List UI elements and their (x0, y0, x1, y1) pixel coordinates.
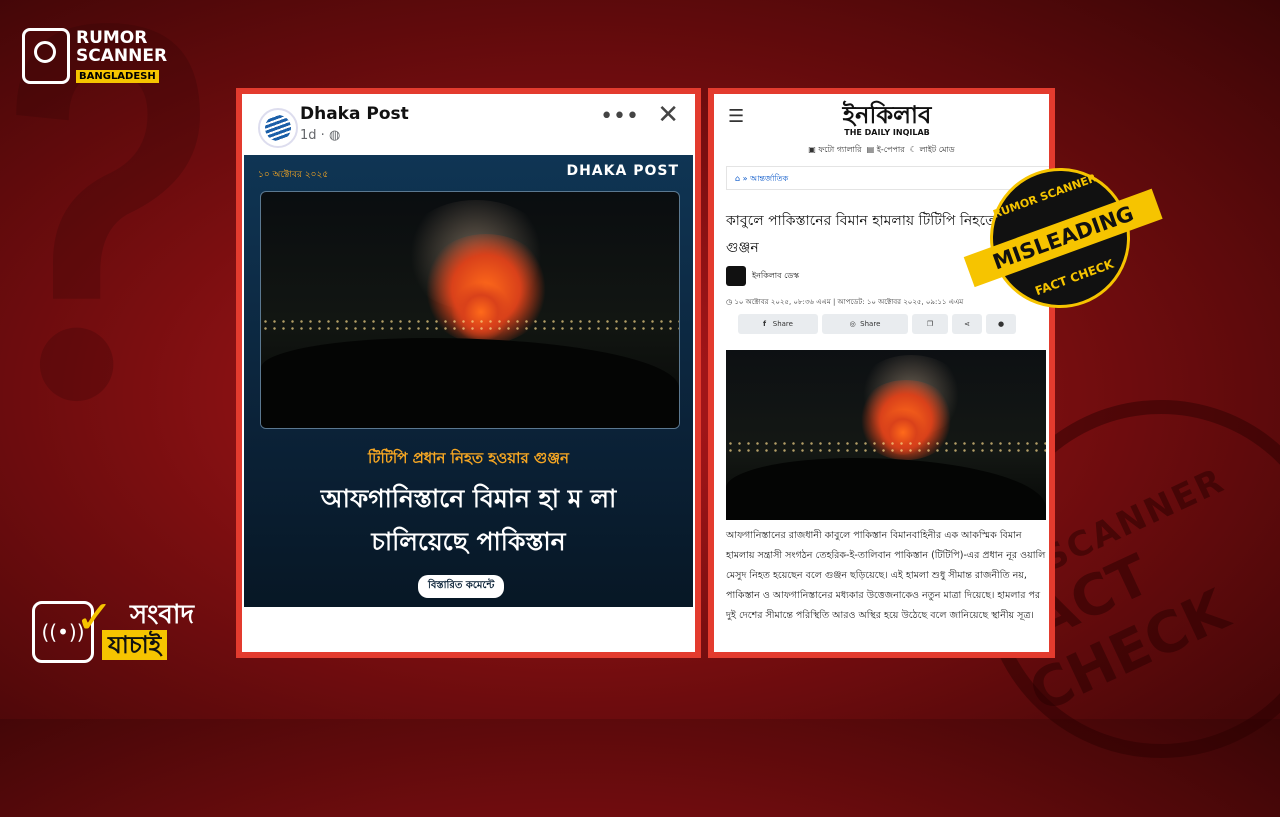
post-kicker: টিটিপি প্রধান নিহত হওয়ার গুঞ্জন (367, 449, 569, 467)
breadcrumb: ⌂ » আন্তর্জাতিক (726, 166, 1049, 190)
logo-en: THE DAILY INQILAB (844, 128, 930, 137)
link-light-mode[interactable]: লাইট মোড (919, 145, 954, 154)
image-date: ১০ অক্টোবর ২০২৫ (258, 170, 329, 180)
share-bar: f Share ◎ Share ❐ ⋖ ● (738, 314, 1016, 334)
facebook-share-button[interactable]: f Share (738, 314, 818, 334)
rumor-scanner-logo: RUMOR SCANNER BANGLADESH (22, 28, 167, 84)
clock-icon: ◷ (726, 298, 733, 306)
logo-text-scanner: SCANNER (76, 46, 168, 66)
comment-icon[interactable]: ● (986, 314, 1016, 334)
moon-icon: ☾ (909, 145, 917, 154)
post-header: Dhaka Post 1d · ◍ ••• ✕ (242, 94, 695, 160)
inqilab-logo[interactable]: ইনকিলাব THE DAILY INQILAB (822, 102, 952, 137)
page-name[interactable]: Dhaka Post (300, 104, 409, 124)
checkmark-icon: ✓ (75, 589, 114, 644)
explosion-photo (260, 191, 680, 429)
more-options-icon[interactable]: ••• (600, 104, 639, 129)
link-photo-gallery[interactable]: ফটো গ্যালারি (818, 145, 861, 154)
logo-bn: ইনকিলাব (842, 101, 932, 129)
headline-line-2: চালিয়েছে পাকিস্তান (371, 527, 566, 556)
dhaka-post-wordmark: DHAKA POST (566, 163, 679, 179)
author-name[interactable]: ইনকিলাব ডেস্ক (752, 270, 799, 283)
copy-icon[interactable]: ❐ (912, 314, 948, 334)
header-links: ▣ ফটো গ্যালারি ▤ ই-পেপার ☾ লাইট মোড (714, 144, 1049, 157)
whatsapp-share-button[interactable]: ◎ Share (822, 314, 908, 334)
article-meta: ◷ ১০ অক্টোবর ২০২৫, ০৮:৩৬ এএম | আপডেট: ১০… (726, 296, 963, 308)
sangbad-text: সংবাদ (130, 600, 195, 630)
phone-scanner-icon (22, 28, 70, 84)
home-icon[interactable]: ⌂ (735, 174, 740, 183)
gallery-icon: ▣ (808, 145, 816, 154)
facebook-post-card: Dhaka Post 1d · ◍ ••• ✕ ১০ অক্টোবর ২০২৫ … (236, 88, 701, 658)
post-time: 1d · ◍ (300, 128, 340, 143)
close-icon[interactable]: ✕ (657, 100, 679, 130)
article-body: আফগানিস্তানের রাজধানী কাবুলে পাকিস্তান ব… (726, 530, 1046, 621)
post-image[interactable]: ১০ অক্টোবর ২০২৫ DHAKA POST টিটিপি প্রধান… (244, 155, 693, 607)
breadcrumb-category[interactable]: আন্তর্জাতিক (750, 174, 788, 183)
post-headline: আফগানিস্তানে বিমান হা ম লা চালিয়েছে পাক… (244, 477, 693, 563)
broadcast-icon: ((•)) ✓ (32, 590, 114, 663)
sangbad-jachai-logo: ((•)) ✓ সংবাদ যাচাই (32, 590, 195, 663)
dhaka-post-logo-icon (265, 115, 291, 141)
author-avatar (726, 266, 746, 286)
share-icon[interactable]: ⋖ (952, 314, 982, 334)
page-avatar[interactable] (258, 108, 298, 148)
post-time-text: 1d · (300, 128, 325, 143)
inqilab-article-card: ☰ ইনকিলাব THE DAILY INQILAB ▣ ফটো গ্যালা… (708, 88, 1055, 658)
headline-line-1: আফগানিস্তানে বিমান হা ম লা (320, 484, 617, 513)
logo-text-rumor: RUMOR (76, 28, 148, 48)
menu-icon[interactable]: ☰ (728, 106, 744, 127)
publish-time: ১০ অক্টোবর ২০২৫, ০৮:৩৬ এএম | আপডেট: ১০ অ… (734, 298, 964, 306)
article-author: ইনকিলাব ডেস্ক (726, 266, 799, 286)
epaper-icon: ▤ (866, 145, 875, 154)
article-photo (726, 350, 1046, 520)
link-epaper[interactable]: ই-পেপার (877, 145, 905, 154)
logo-text-bangladesh: BANGLADESH (76, 70, 159, 83)
globe-icon: ◍ (328, 128, 341, 143)
details-in-comment-badge: বিস্তারিত কমেন্টে (418, 575, 505, 598)
